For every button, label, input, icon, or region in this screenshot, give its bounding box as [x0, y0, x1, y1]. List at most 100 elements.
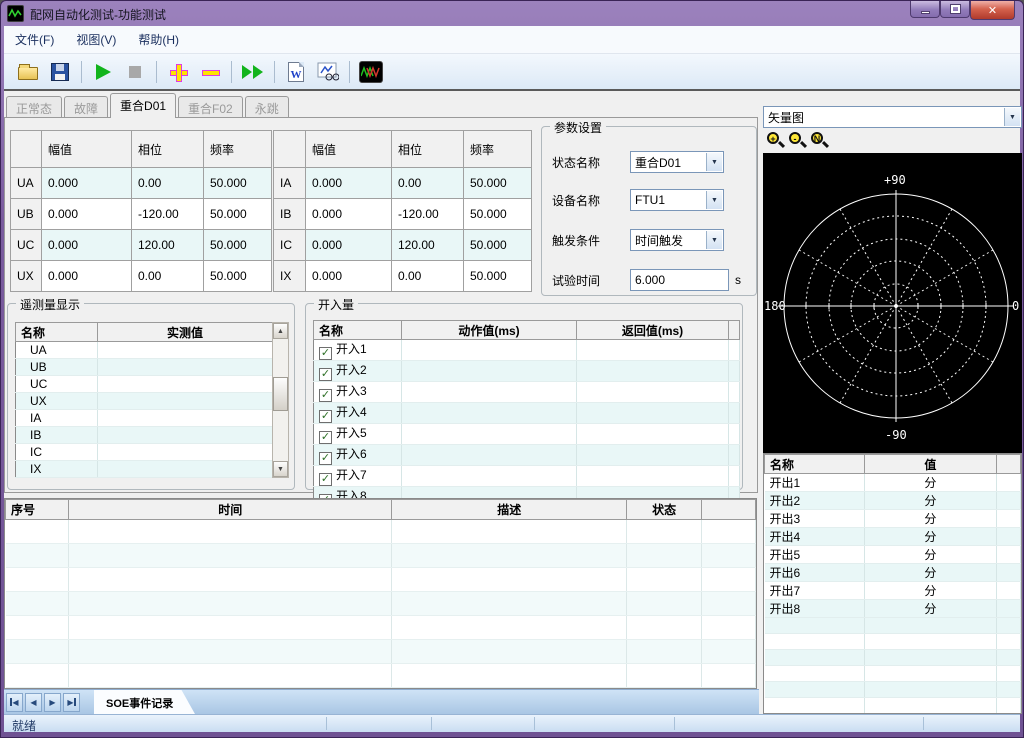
frequency-cell[interactable]: 50.000 — [204, 199, 272, 230]
menu-view[interactable]: 视图(V) — [65, 26, 127, 53]
tab-permanent-trip[interactable]: 永跳 — [245, 96, 289, 118]
return-value-cell — [577, 382, 729, 403]
telemetry-header-row: 名称 实测值 — [16, 323, 273, 342]
tab-fault[interactable]: 故障 — [64, 96, 108, 118]
statusbar: 就绪 — [4, 714, 1020, 732]
event-cell — [702, 640, 756, 664]
checkbox-checked-icon[interactable]: ✓ — [319, 347, 332, 360]
menu-file[interactable]: 文件(F) — [4, 26, 65, 53]
phase-cell[interactable]: 120.00 — [392, 230, 464, 261]
tab-soe-event-record[interactable]: SOE事件记录 — [94, 690, 195, 715]
report-preview-button[interactable] — [314, 58, 342, 86]
chevron-down-icon[interactable]: ▼ — [706, 191, 722, 209]
start-test-button[interactable] — [89, 58, 117, 86]
zoom-reset-icon[interactable]: N — [809, 131, 831, 151]
menu-help[interactable]: 帮助(H) — [127, 26, 190, 53]
phase-cell[interactable]: 0.00 — [392, 168, 464, 199]
phase-cell[interactable]: 0.00 — [132, 261, 204, 292]
chevron-down-icon[interactable]: ▼ — [706, 231, 722, 249]
output-name: 开出4 — [765, 528, 865, 546]
phase-cell[interactable]: 120.00 — [132, 230, 204, 261]
tab-reclose-f02[interactable]: 重合F02 — [178, 96, 243, 118]
amplitude-cell[interactable]: 0.000 — [306, 199, 392, 230]
checkbox-checked-icon[interactable]: ✓ — [319, 389, 332, 402]
add-state-button[interactable] — [164, 58, 192, 86]
tab-normal-state[interactable]: 正常态 — [6, 96, 62, 118]
output-cell — [997, 666, 1021, 682]
amplitude-cell[interactable]: 0.000 — [42, 230, 132, 261]
next-page-icon[interactable]: ▶ — [44, 693, 61, 712]
state-name-select[interactable]: 重合D01 ▼ — [630, 151, 724, 173]
output-name: 开出8 — [765, 600, 865, 618]
test-time-input[interactable]: 6.000 — [630, 269, 729, 291]
zoom-in-icon[interactable]: + — [765, 131, 787, 151]
polar-label-bottom: -90 — [885, 428, 907, 442]
amplitude-cell[interactable]: 0.000 — [306, 261, 392, 292]
trigger-condition-select[interactable]: 时间触发 ▼ — [630, 229, 724, 251]
amplitude-cell[interactable]: 0.000 — [306, 168, 392, 199]
checkbox-checked-icon[interactable]: ✓ — [319, 410, 332, 423]
event-cell — [68, 544, 392, 568]
phase-cell[interactable]: 0.00 — [392, 261, 464, 292]
current-table: 幅值 相位 频率 IA0.0000.0050.000IB0.000-120.00… — [273, 130, 532, 292]
frequency-cell[interactable]: 50.000 — [204, 261, 272, 292]
run-all-button[interactable] — [239, 58, 267, 86]
event-cell — [6, 568, 69, 592]
scroll-down-icon[interactable]: ▼ — [273, 461, 288, 477]
scrollbar-thumb[interactable] — [273, 377, 288, 411]
amplitude-cell[interactable]: 0.000 — [42, 168, 132, 199]
word-report-button[interactable]: W — [282, 58, 310, 86]
output-name: 开出7 — [765, 582, 865, 600]
telemetry-row: UC — [16, 376, 273, 393]
frequency-cell[interactable]: 50.000 — [204, 168, 272, 199]
phase-cell[interactable]: 0.00 — [132, 168, 204, 199]
frequency-cell[interactable]: 50.000 — [204, 230, 272, 261]
polar-grid: +90 -90 180 0 — [763, 153, 1022, 453]
telemetry-row: UX — [16, 393, 273, 410]
save-button[interactable] — [46, 58, 74, 86]
open-button[interactable] — [14, 58, 42, 86]
prev-page-icon[interactable]: ◀ — [25, 693, 42, 712]
zoom-out-icon[interactable]: - — [787, 131, 809, 151]
frequency-cell[interactable]: 50.000 — [464, 230, 532, 261]
phase-cell[interactable]: -120.00 — [392, 199, 464, 230]
filler-cell — [729, 466, 740, 487]
tab-reclose-d01[interactable]: 重合D01 — [110, 93, 176, 118]
col-name: 名称 — [314, 321, 402, 340]
waveform-button[interactable] — [357, 58, 385, 86]
phase-cell[interactable]: -120.00 — [132, 199, 204, 230]
telemetry-value — [98, 461, 273, 478]
checkbox-checked-icon[interactable]: ✓ — [319, 473, 332, 486]
checkbox-checked-icon[interactable]: ✓ — [319, 368, 332, 381]
minimize-button[interactable] — [910, 1, 940, 18]
chevron-down-icon[interactable]: ▼ — [1004, 108, 1020, 126]
save-floppy-icon — [51, 63, 69, 81]
voltage-header-row: 幅值 相位 频率 — [11, 131, 272, 168]
device-name-select[interactable]: FTU1 ▼ — [630, 189, 724, 211]
digital-output-table: 名称 值 开出1分开出2分开出3分开出4分开出5分开出6分开出7分开出8分 — [764, 454, 1021, 714]
frequency-cell[interactable]: 50.000 — [464, 168, 532, 199]
first-page-icon[interactable]: ◀ — [6, 693, 23, 712]
status-ready: 就绪 — [12, 717, 36, 734]
last-page-icon[interactable]: ▶ — [63, 693, 80, 712]
state-name-label: 状态名称 — [552, 154, 630, 171]
amplitude-cell[interactable]: 0.000 — [42, 261, 132, 292]
close-button[interactable]: ✕ — [970, 1, 1015, 20]
scroll-up-icon[interactable]: ▲ — [273, 323, 288, 339]
checkbox-checked-icon[interactable]: ✓ — [319, 431, 332, 444]
telemetry-value — [98, 427, 273, 444]
remove-state-button[interactable] — [196, 58, 224, 86]
event-cell — [702, 664, 756, 688]
stop-test-button[interactable] — [121, 58, 149, 86]
frequency-cell[interactable]: 50.000 — [464, 261, 532, 292]
maximize-button[interactable] — [940, 1, 970, 18]
checkbox-checked-icon[interactable]: ✓ — [319, 452, 332, 465]
telemetry-scrollbar[interactable]: ▲ ▼ — [272, 322, 289, 478]
view-mode-select[interactable]: 矢量图 ▼ — [763, 106, 1022, 128]
amplitude-cell[interactable]: 0.000 — [42, 199, 132, 230]
amplitude-cell[interactable]: 0.000 — [306, 230, 392, 261]
voltage-table: 幅值 相位 频率 UA0.0000.0050.000UB0.000-120.00… — [10, 130, 272, 292]
chevron-down-icon[interactable]: ▼ — [706, 153, 722, 171]
event-cell — [6, 616, 69, 640]
frequency-cell[interactable]: 50.000 — [464, 199, 532, 230]
